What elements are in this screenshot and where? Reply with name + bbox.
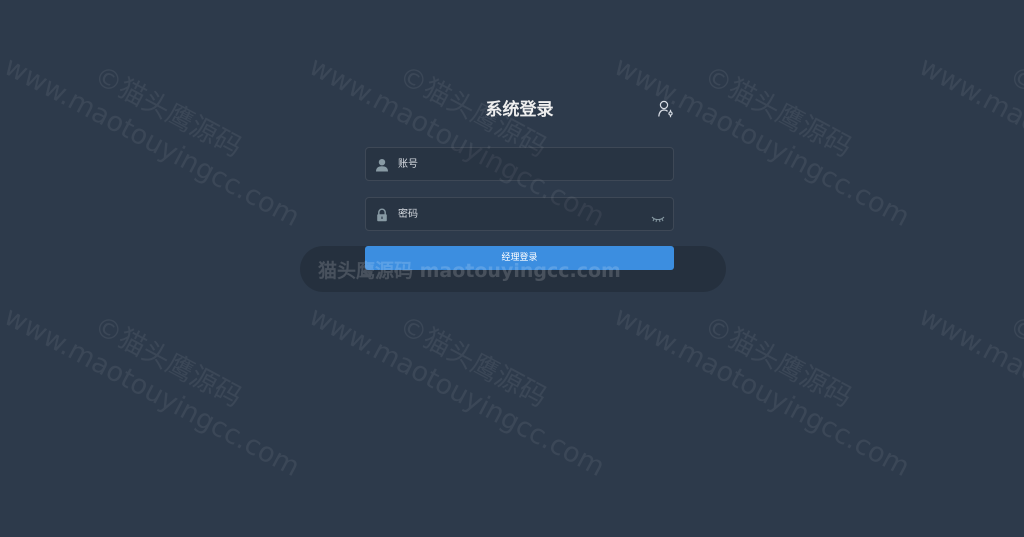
username-input[interactable] xyxy=(398,148,638,180)
login-form: 系统登录 账号 经理登录 xyxy=(365,95,674,270)
watermark-tile: ©猫头鹰源码 www.maotouyingcc.com xyxy=(0,20,321,235)
password-input[interactable] xyxy=(398,198,638,230)
login-title: 系统登录 xyxy=(485,100,554,120)
watermark-tile: ©猫头鹰源码 www.maotouyingcc.com xyxy=(913,20,1024,235)
username-field xyxy=(365,147,674,181)
watermark-text: ©猫头鹰源码 xyxy=(88,310,247,414)
watermark-tile: ©猫头鹰源码 www.maotouyingcc.com xyxy=(0,270,321,485)
eye-closed-icon[interactable] xyxy=(651,209,665,223)
password-field xyxy=(365,197,674,231)
manager-login-button[interactable]: 经理登录 xyxy=(365,246,674,270)
watermark-text: www.maotouyingcc.com xyxy=(914,300,1024,484)
lock-icon xyxy=(375,207,389,222)
watermark-tile: ©猫头鹰源码 www.maotouyingcc.com xyxy=(608,270,931,485)
watermark-tile: ©猫头鹰源码 www.maotouyingcc.com xyxy=(303,270,626,485)
watermark-text: www.maotouyingcc.com xyxy=(304,300,610,484)
watermark-text: ©猫头鹰源码 xyxy=(88,60,247,164)
watermark-text: ©猫头鹰源码 xyxy=(698,310,857,414)
watermark-text: ©猫头鹰源码 xyxy=(393,310,552,414)
title-row: 系统登录 xyxy=(365,95,674,125)
login-page: ©猫头鹰源码 www.maotouyingcc.com ©猫头鹰源码 www.m… xyxy=(0,0,1024,537)
watermark-text: www.maotouyingcc.com xyxy=(0,300,305,484)
watermark-text: ©猫头鹰源码 xyxy=(1003,310,1024,414)
watermark-text: www.maotouyingcc.com xyxy=(914,50,1024,234)
watermark-text: www.maotouyingcc.com xyxy=(0,50,305,234)
watermark-tile: ©猫头鹰源码 www.maotouyingcc.com xyxy=(913,270,1024,485)
watermark-text: ©猫头鹰源码 xyxy=(1003,60,1024,164)
user-icon xyxy=(375,157,389,172)
watermark-text: www.maotouyingcc.com xyxy=(609,300,915,484)
user-switch-icon[interactable] xyxy=(658,100,674,118)
